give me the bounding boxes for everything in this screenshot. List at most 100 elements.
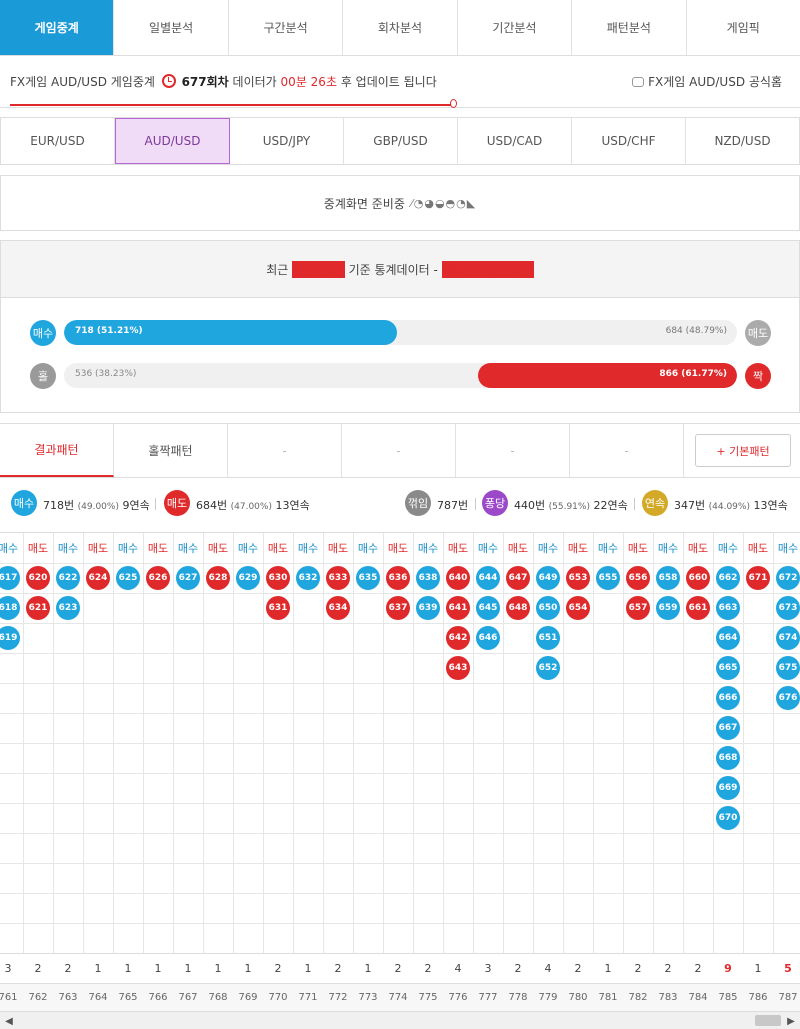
summary-pong-pct: (55.91%) xyxy=(548,502,590,512)
result-ball: 619 xyxy=(0,626,20,650)
streak-count: 2 xyxy=(394,962,402,975)
result-ball: 660 xyxy=(686,566,710,590)
result-ball: 659 xyxy=(656,596,680,620)
result-ball: 676 xyxy=(776,686,800,710)
tab-0[interactable]: 게임중계 xyxy=(0,0,115,55)
result-ball: 664 xyxy=(716,626,740,650)
column-header: 매도 xyxy=(687,542,709,555)
preparing-text: 중계화면 준비중 xyxy=(323,196,405,211)
result-ball: 665 xyxy=(716,656,740,680)
grid-hline xyxy=(0,803,800,804)
result-ball: 638 xyxy=(416,566,440,590)
round-number: 761 xyxy=(0,992,18,1003)
tab-3[interactable]: 회차분석 xyxy=(343,0,458,55)
streak-count: 1 xyxy=(94,962,102,975)
result-ball: 641 xyxy=(446,596,470,620)
round-number: 787 xyxy=(778,992,798,1003)
round-number: 774 xyxy=(388,992,408,1003)
result-ball: 621 xyxy=(26,596,50,620)
official-link[interactable]: FX게임 AUD/USD 공식홈 xyxy=(632,73,782,90)
result-ball: 669 xyxy=(716,776,740,800)
pair-tab-1[interactable]: AUD/USD xyxy=(115,118,230,164)
pair-tab-4[interactable]: USD/CAD xyxy=(458,118,572,164)
result-ball: 639 xyxy=(416,596,440,620)
pair-tab-0[interactable]: EUR/USD xyxy=(1,118,115,164)
pair-tab-2[interactable]: USD/JPY xyxy=(230,118,344,164)
round-number: 677회차 xyxy=(181,75,229,89)
official-link-label: FX게임 AUD/USD 공식홈 xyxy=(648,75,782,89)
streak-count: 1 xyxy=(244,962,252,975)
streak-count: 1 xyxy=(214,962,222,975)
grid-hline xyxy=(0,623,800,624)
column-header: 매도 xyxy=(147,542,169,555)
result-ball: 628 xyxy=(206,566,230,590)
result-ball: 653 xyxy=(566,566,590,590)
odd-bar-text: 536 (38.23%) xyxy=(75,369,137,379)
result-ball: 674 xyxy=(776,626,800,650)
result-ball: 629 xyxy=(236,566,260,590)
tab-5[interactable]: 패턴분석 xyxy=(572,0,687,55)
pair-tab-3[interactable]: GBP/USD xyxy=(344,118,458,164)
streak-count: 4 xyxy=(544,962,552,975)
column-header: 매수 xyxy=(717,542,739,555)
result-ball: 625 xyxy=(116,566,140,590)
pair-tab-6[interactable]: NZD/USD xyxy=(686,118,799,164)
pattern-tab-2[interactable]: - xyxy=(228,424,342,477)
grid-hline xyxy=(0,833,800,834)
streak-count: 1 xyxy=(154,962,162,975)
round-number: 763 xyxy=(58,992,78,1003)
grid-hline xyxy=(0,743,800,744)
result-ball: 675 xyxy=(776,656,800,680)
result-ball: 646 xyxy=(476,626,500,650)
countdown-time: 00분 26초 xyxy=(280,75,337,89)
result-ball: 662 xyxy=(716,566,740,590)
result-ball: 623 xyxy=(56,596,80,620)
column-header: 매수 xyxy=(357,542,379,555)
horizontal-scrollbar[interactable]: ◀ ▶ xyxy=(0,1011,800,1029)
even-bar-text: 866 (61.77%) xyxy=(659,369,727,379)
streak-count: 2 xyxy=(424,962,432,975)
result-ball: 635 xyxy=(356,566,380,590)
result-ball: 647 xyxy=(506,566,530,590)
pattern-tab-4[interactable]: - xyxy=(456,424,570,477)
result-ball: 632 xyxy=(296,566,320,590)
summary-pong-text: 440번 (55.91%) 22연속 xyxy=(514,497,628,513)
result-ball: 648 xyxy=(506,596,530,620)
column-header: 매수 xyxy=(537,542,559,555)
streak-count: 3 xyxy=(484,962,492,975)
pair-tab-5[interactable]: USD/CHF xyxy=(572,118,686,164)
summary-sell-ball: 매도 xyxy=(164,490,190,516)
tab-4[interactable]: 기간분석 xyxy=(457,0,573,55)
tab-6[interactable]: 게임픽 xyxy=(686,0,800,55)
stats-prefix: 최근 xyxy=(266,262,289,277)
scroll-left-icon[interactable]: ◀ xyxy=(2,1014,16,1028)
tab-1[interactable]: 일별분석 xyxy=(114,0,229,55)
streak-count-row: 3 2 2 1 1 1 1 1 1 2 1 2 1 2 2 4 3 2 4 2 1 2 2 2 9 1 5 xyxy=(0,953,800,983)
pattern-tab-3[interactable]: - xyxy=(342,424,456,477)
info-bar: FX게임 AUD/USD 게임중계 677회차 데이터가 00분 26초 후 업… xyxy=(0,56,800,108)
streak-count: 2 xyxy=(274,962,282,975)
streak-count: 2 xyxy=(64,962,72,975)
result-ball: 667 xyxy=(716,716,740,740)
tab-2[interactable]: 구간분석 xyxy=(228,0,344,55)
summary-pong-count: 440번 xyxy=(514,499,546,512)
scroll-thumb[interactable] xyxy=(755,1015,781,1026)
pattern-tab-1[interactable]: 홀짝패턴 xyxy=(114,424,228,477)
grid-hline xyxy=(0,593,800,594)
grid-hline xyxy=(0,923,800,924)
column-header: 매도 xyxy=(207,542,229,555)
game-title: FX게임 AUD/USD 게임중계 xyxy=(10,75,155,89)
pattern-tab-0[interactable]: 결과패턴 xyxy=(0,424,114,477)
scroll-right-icon[interactable]: ▶ xyxy=(784,1014,798,1028)
result-ball: 643 xyxy=(446,656,470,680)
summary-break-count: 787번 xyxy=(437,499,469,512)
streak-count: 2 xyxy=(634,962,642,975)
basic-pattern-button[interactable]: + 기본패턴 xyxy=(695,434,791,467)
page: 게임중계 일별분석 구간분석 회차분석 기간분석 패턴분석 게임픽 FX게임 AUD/USD… xyxy=(0,0,800,1029)
round-number: 779 xyxy=(538,992,558,1003)
round-number: 770 xyxy=(268,992,288,1003)
pattern-tab-5[interactable]: - xyxy=(570,424,684,477)
result-ball: 633 xyxy=(326,566,350,590)
summary-break-ball: 꺾임 xyxy=(405,490,431,516)
summary-sell-streak: 13연속 xyxy=(275,499,310,512)
